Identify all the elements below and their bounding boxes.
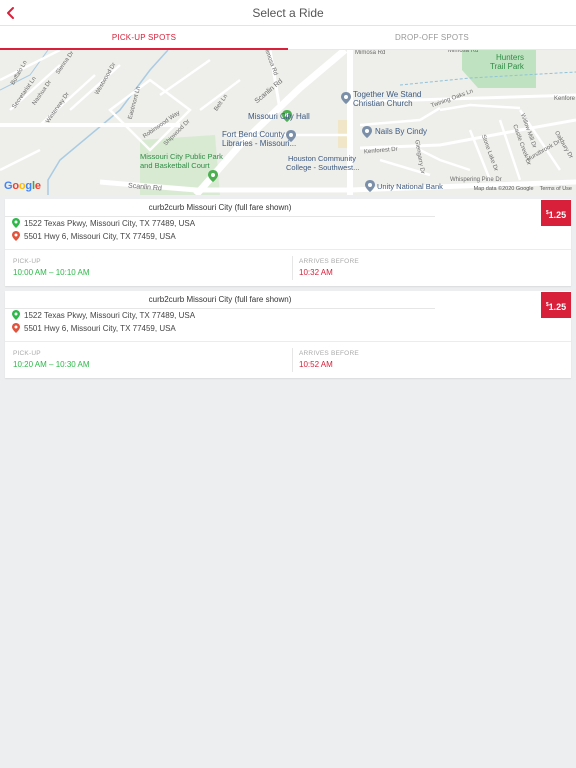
ride-provider: curb2curb Missouri City (full fare shown…	[5, 203, 435, 217]
map-street-label: Mimosa Rd	[448, 50, 479, 54]
map-pin-icon[interactable]	[362, 126, 372, 138]
arrives-before-label: ARRIVES BEFORE	[299, 350, 359, 357]
map-view[interactable]: Buffalo Ln Secretariat Ln Nashua Dr Wint…	[0, 50, 576, 195]
dropoff-address: 5501 Hwy 6, Missouri City, TX 77459, USA	[12, 323, 176, 333]
map-data-credit: Map data ©2020 Google	[473, 186, 534, 192]
map-poi-bank[interactable]: Unity National Bank	[377, 182, 443, 191]
pickup-window: 10:00 AM – 10:10 AM	[13, 268, 90, 277]
terms-of-use-link[interactable]: Terms of Use	[540, 186, 572, 192]
map-poi-church[interactable]: Together We Stand	[353, 90, 421, 99]
tab-pickup-spots[interactable]: PICK-UP SPOTS	[0, 26, 288, 50]
arrive-time: 10:52 AM	[299, 360, 333, 369]
map-poi-park[interactable]: Missouri City Public Park	[140, 152, 223, 161]
price-button[interactable]: $1.25	[541, 292, 571, 318]
map-poi-college[interactable]: College - Southwest...	[286, 163, 359, 172]
map-poi-park[interactable]: and Basketball Court	[140, 161, 210, 170]
arrives-before-label: ARRIVES BEFORE	[299, 258, 359, 265]
pickup-label: PICK-UP	[13, 258, 41, 265]
map-poi-trail[interactable]: Hunters	[496, 53, 524, 62]
map-pin-icon[interactable]	[341, 92, 351, 104]
map-poi-city-hall[interactable]: Missouri City Hall	[248, 112, 310, 121]
pickup-label: PICK-UP	[13, 350, 41, 357]
pickup-pin-icon	[12, 218, 20, 228]
map-roads	[0, 50, 576, 195]
pickup-window: 10:20 AM – 10:30 AM	[13, 360, 90, 369]
map-poi-college[interactable]: Houston Community	[288, 154, 356, 163]
ride-card[interactable]: curb2curb Missouri City (full fare shown…	[5, 199, 571, 286]
google-logo: Google	[4, 180, 41, 192]
ride-card[interactable]: curb2curb Missouri City (full fare shown…	[5, 291, 571, 378]
map-pin-icon[interactable]	[286, 130, 296, 142]
map-poi-nails[interactable]: Nails By Cindy	[375, 127, 427, 136]
pickup-address: 1522 Texas Pkwy, Missouri City, TX 77489…	[12, 310, 195, 320]
map-attribution: Map data ©2020 Google Terms of Use	[468, 186, 572, 192]
tab-bar: PICK-UP SPOTS DROP-OFF SPOTS	[0, 26, 576, 50]
divider	[292, 348, 293, 372]
page-title: Select a Ride	[252, 6, 324, 20]
dropoff-pin-icon	[12, 231, 20, 241]
divider	[5, 341, 571, 342]
map-street-label: Mimosa Rd	[355, 50, 386, 56]
divider	[5, 249, 571, 250]
map-poi-library[interactable]: Fort Bend County	[222, 130, 285, 139]
tab-dropoff-spots[interactable]: DROP-OFF SPOTS	[288, 26, 576, 50]
map-street-label: Kenfore	[554, 96, 576, 102]
ride-provider: curb2curb Missouri City (full fare shown…	[5, 295, 435, 309]
top-bar: Select a Ride	[0, 0, 576, 26]
map-poi-trail[interactable]: Trail Park	[490, 62, 524, 71]
pickup-address: 1522 Texas Pkwy, Missouri City, TX 77489…	[12, 218, 195, 228]
dropoff-pin-icon	[12, 323, 20, 333]
map-pin-icon[interactable]	[365, 180, 375, 192]
arrive-time: 10:32 AM	[299, 268, 333, 277]
pickup-pin-icon	[12, 310, 20, 320]
dropoff-address: 5501 Hwy 6, Missouri City, TX 77459, USA	[12, 231, 176, 241]
map-street-label: Whispering Pine Dr	[450, 177, 502, 183]
map-pin-icon[interactable]	[208, 170, 218, 182]
divider	[292, 256, 293, 280]
price-button[interactable]: $1.25	[541, 200, 571, 226]
map-poi-church[interactable]: Christian Church	[353, 99, 413, 108]
